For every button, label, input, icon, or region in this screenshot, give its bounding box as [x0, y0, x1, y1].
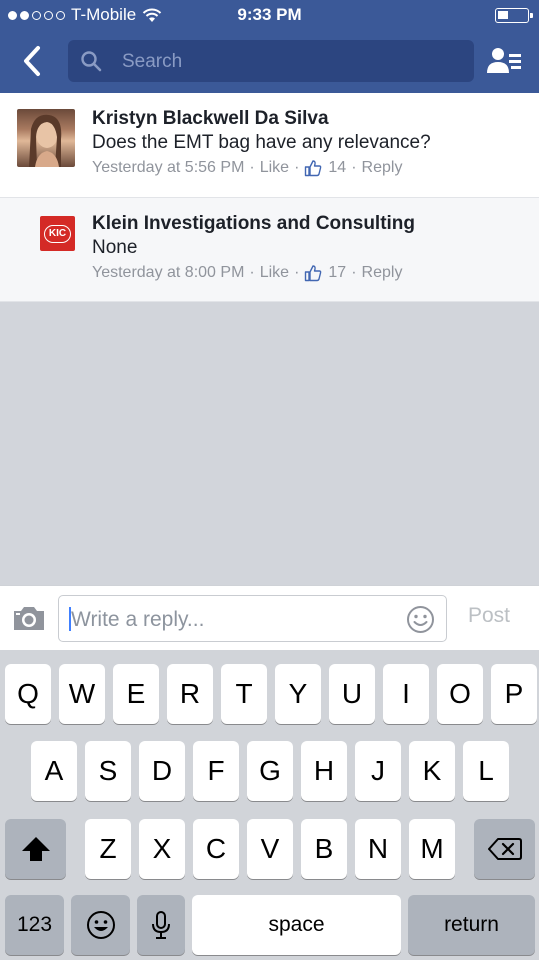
emoji-face-icon	[86, 911, 115, 939]
key-m[interactable]: M	[409, 819, 455, 879]
comment-text: Does the EMT bag have any relevance?	[92, 132, 431, 153]
key-o[interactable]: O	[437, 664, 483, 724]
key-x[interactable]: X	[139, 819, 185, 879]
like-count: 17	[328, 264, 347, 281]
friend-list-button[interactable]	[487, 46, 523, 76]
backspace-icon	[487, 838, 522, 860]
key-y[interactable]: Y	[275, 664, 321, 724]
thumbs-up-icon	[305, 265, 322, 282]
key-c[interactable]: C	[193, 819, 239, 879]
reply-input[interactable]: Write a reply...	[58, 595, 447, 642]
reply-item: KIC Klein Investigations and Consulting …	[0, 198, 539, 302]
emoji-key[interactable]	[71, 895, 130, 955]
comment-author[interactable]: Klein Investigations and Consulting	[92, 213, 415, 235]
key-s[interactable]: S	[85, 741, 131, 801]
key-n[interactable]: N	[355, 819, 401, 879]
return-key[interactable]: return	[408, 895, 535, 955]
comment-timestamp: Yesterday at 5:56 PM	[92, 159, 245, 176]
key-u[interactable]: U	[329, 664, 375, 724]
comment-meta: Yesterday at 8:00 PM · Like · 17 · Reply	[92, 264, 403, 282]
comment-author[interactable]: Kristyn Blackwell Da Silva	[92, 108, 329, 130]
comment-text: None	[92, 237, 138, 258]
key-g[interactable]: G	[247, 741, 293, 801]
like-count: 14	[328, 159, 347, 176]
dictation-key[interactable]	[137, 895, 185, 955]
key-v[interactable]: V	[247, 819, 293, 879]
contacts-list-icon	[487, 48, 521, 73]
space-key[interactable]: space	[192, 895, 401, 955]
avatar[interactable]	[17, 109, 75, 167]
key-w[interactable]: W	[59, 664, 105, 724]
company-logo: KIC	[44, 224, 71, 243]
key-l[interactable]: L	[463, 741, 509, 801]
camera-button[interactable]	[12, 604, 46, 632]
back-button[interactable]	[18, 44, 46, 78]
key-b[interactable]: B	[301, 819, 347, 879]
ios-keyboard: QWERTYUIOP ASDFGHJKL ZXCVBNM 123 space r…	[0, 650, 539, 960]
battery-icon	[495, 8, 533, 23]
reply-link[interactable]: Reply	[362, 159, 403, 177]
key-t[interactable]: T	[221, 664, 267, 724]
key-f[interactable]: F	[193, 741, 239, 801]
status-bar: T-Mobile 9:33 PM	[0, 0, 539, 32]
key-a[interactable]: A	[31, 741, 77, 801]
reply-placeholder: Write a reply...	[71, 608, 205, 631]
navigation-header: T-Mobile 9:33 PM Search	[0, 0, 539, 93]
key-k[interactable]: K	[409, 741, 455, 801]
chevron-left-icon	[24, 46, 40, 76]
key-d[interactable]: D	[139, 741, 185, 801]
delete-key[interactable]	[474, 819, 535, 879]
comment-thread: Kristyn Blackwell Da Silva Does the EMT …	[0, 93, 539, 302]
key-j[interactable]: J	[355, 741, 401, 801]
reply-composer: Write a reply... Post	[0, 585, 539, 650]
key-q[interactable]: Q	[5, 664, 51, 724]
shift-arrow-icon	[21, 837, 50, 861]
key-z[interactable]: Z	[85, 819, 131, 879]
comment-meta: Yesterday at 5:56 PM · Like · 14 · Reply	[92, 159, 403, 177]
comment-item: Kristyn Blackwell Da Silva Does the EMT …	[0, 93, 539, 198]
search-input[interactable]: Search	[68, 40, 474, 82]
key-h[interactable]: H	[301, 741, 347, 801]
key-i[interactable]: I	[383, 664, 429, 724]
search-icon	[81, 51, 102, 72]
like-link[interactable]: Like	[260, 264, 289, 282]
camera-icon	[14, 607, 44, 630]
key-r[interactable]: R	[167, 664, 213, 724]
like-link[interactable]: Like	[260, 159, 289, 177]
status-time: 9:33 PM	[237, 5, 302, 24]
avatar[interactable]: KIC	[40, 216, 75, 251]
microphone-icon	[152, 911, 170, 939]
key-p[interactable]: P	[491, 664, 537, 724]
comment-timestamp: Yesterday at 8:00 PM	[92, 264, 245, 281]
shift-key[interactable]	[5, 819, 66, 879]
numbers-key[interactable]: 123	[5, 895, 64, 955]
emoji-icon[interactable]	[406, 605, 435, 634]
search-placeholder: Search	[122, 51, 183, 72]
thumbs-up-icon	[305, 160, 322, 177]
post-button[interactable]: Post	[468, 604, 510, 628]
profile-photo-icon	[29, 114, 62, 167]
reply-link[interactable]: Reply	[362, 264, 403, 282]
key-e[interactable]: E	[113, 664, 159, 724]
